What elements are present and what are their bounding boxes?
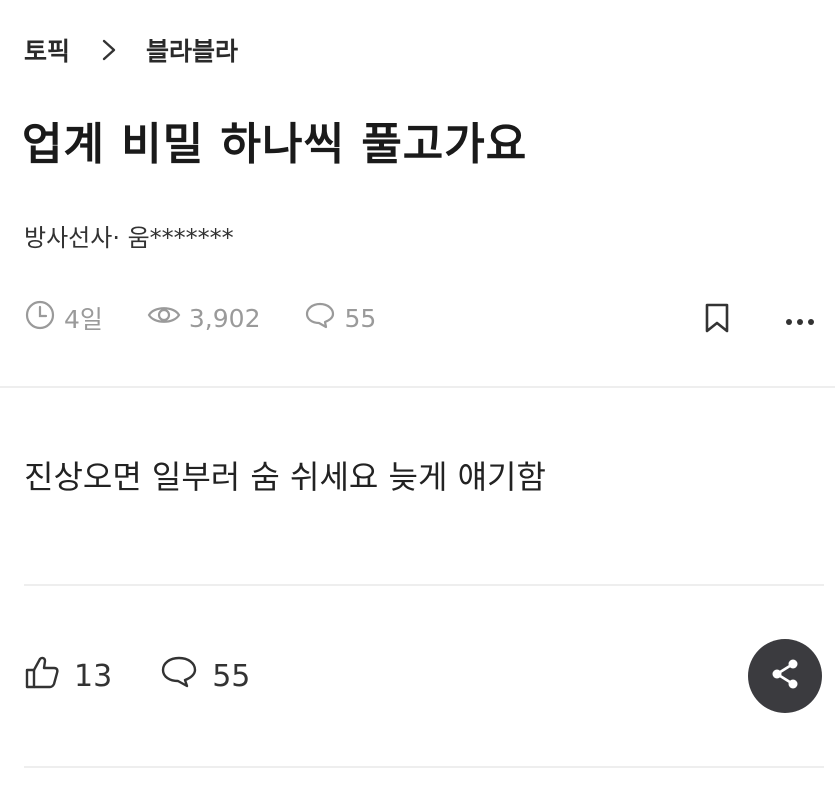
bookmark-button[interactable]: [700, 300, 734, 340]
more-horizontal-icon: [785, 311, 815, 330]
comment-button[interactable]: 55: [160, 654, 250, 698]
like-count: 13: [74, 658, 113, 694]
breadcrumb-topic-link[interactable]: 토픽: [24, 32, 70, 68]
post-time: 4일: [24, 299, 103, 337]
share-button[interactable]: [748, 639, 822, 713]
divider: [24, 766, 824, 768]
speech-bubble-icon: [160, 654, 212, 698]
post-meta: 4일 3,902 55: [24, 296, 420, 340]
post-views: 3,902: [147, 299, 261, 337]
post-views-value: 3,902: [188, 303, 261, 333]
breadcrumb: 토픽 블라블라: [24, 28, 238, 72]
post-time-value: 4일: [64, 305, 103, 334]
thumbs-up-icon: [24, 654, 74, 698]
divider: [0, 386, 835, 388]
clock-icon: [24, 299, 64, 337]
post-title: 업계 비밀 하나씩 풀고가요: [22, 119, 528, 170]
eye-icon: [147, 299, 189, 337]
post-author[interactable]: 방사선사· 움*******: [24, 218, 234, 253]
like-button[interactable]: 13: [24, 654, 112, 698]
breadcrumb-board-link[interactable]: 블라블라: [146, 32, 238, 68]
comment-count: 55: [212, 658, 251, 694]
more-options-button[interactable]: [780, 300, 820, 340]
reaction-bar: 13 55: [24, 652, 298, 700]
post-body: 진상오면 일부러 숨 쉬세요 늦게 얘기함: [24, 458, 546, 496]
speech-bubble-icon: [304, 299, 344, 337]
post-comments: 55: [304, 299, 376, 337]
bookmark-icon: [704, 302, 730, 338]
chevron-right-icon: [98, 39, 120, 61]
post-comments-value: 55: [344, 303, 377, 333]
divider: [24, 584, 824, 586]
share-icon: [768, 656, 802, 696]
